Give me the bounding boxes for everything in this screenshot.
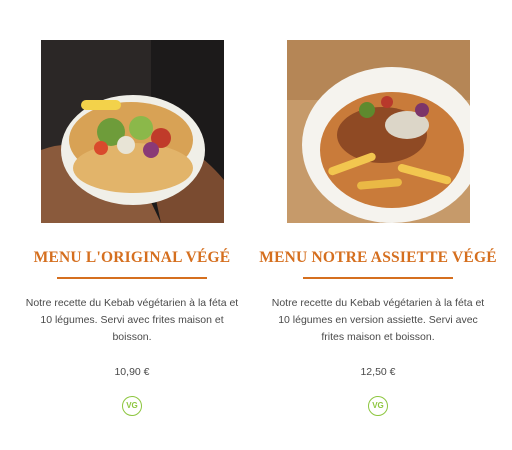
kebab-sandwich-image[interactable] — [40, 40, 224, 223]
product-card-original[interactable]: MENU L'ORIGINAL VÉGÉ Notre recette du Ke… — [9, 40, 255, 416]
product-title[interactable]: MENU L'ORIGINAL VÉGÉ — [9, 249, 255, 271]
vegetarian-badge-icon: VG — [122, 396, 142, 416]
product-description: Notre recette du Kebab végétarien à la f… — [25, 297, 239, 343]
product-price: 10,90 € — [114, 366, 150, 378]
product-price: 12,50 € — [360, 366, 396, 378]
title-underline — [57, 277, 207, 279]
product-card-assiette[interactable]: MENU NOTRE ASSIETTE VÉGÉ Notre recette d… — [255, 40, 501, 416]
product-title[interactable]: MENU NOTRE ASSIETTE VÉGÉ — [255, 249, 501, 271]
title-underline — [303, 277, 453, 279]
kebab-sandwich-photo — [40, 40, 224, 223]
kebab-plate-photo — [286, 40, 470, 223]
vegetarian-badge-icon: VG — [368, 396, 388, 416]
kebab-plate-image[interactable] — [286, 40, 470, 223]
product-description: Notre recette du Kebab végétarien à la f… — [271, 297, 485, 343]
